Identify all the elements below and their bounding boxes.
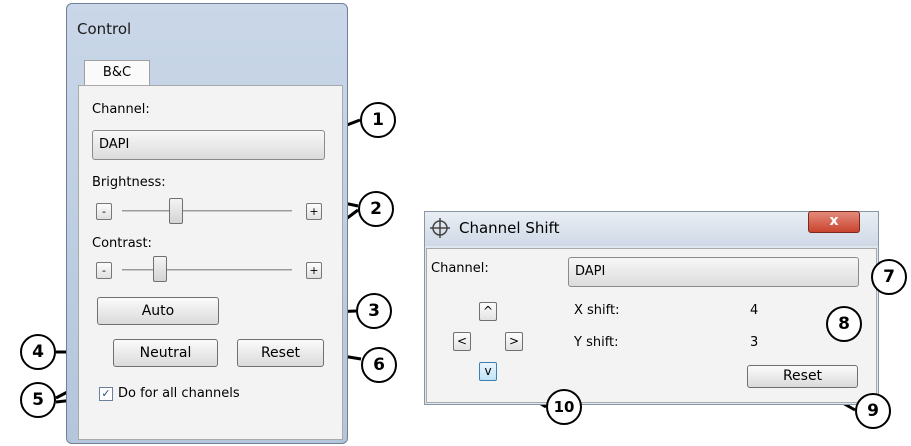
channel-dropdown-value: DAPI (99, 137, 130, 152)
shift-up-button[interactable]: ^ (479, 302, 497, 321)
brightness-slider-thumb[interactable] (168, 198, 183, 224)
x-shift-value: 4 (750, 303, 759, 318)
shift-channel-label: Channel: (431, 261, 489, 276)
do-for-all-channels-label: Do for all channels (118, 386, 240, 401)
shift-channel-dropdown[interactable]: DAPI (568, 257, 859, 287)
auto-button[interactable]: Auto (97, 297, 219, 325)
contrast-plus-button[interactable]: + (306, 262, 322, 279)
tab-bc[interactable]: B&C (84, 60, 150, 86)
reset-button[interactable]: Reset (237, 339, 324, 367)
contrast-track (122, 269, 292, 271)
contrast-slider-thumb[interactable] (153, 256, 168, 282)
brightness-minus-button[interactable]: - (96, 203, 112, 220)
callout-4: 4 (20, 334, 56, 370)
channel-label: Channel: (92, 102, 150, 117)
callout-10: 10 (546, 389, 582, 425)
brightness-label: Brightness: (92, 175, 166, 190)
callout-3: 3 (356, 293, 392, 329)
callout-6: 6 (361, 347, 397, 383)
callout-5: 5 (20, 382, 56, 418)
do-for-all-channels-checkbox[interactable]: ✓ (99, 387, 113, 401)
y-shift-label: Y shift: (574, 335, 619, 350)
shift-channel-dropdown-value: DAPI (575, 264, 606, 279)
callout-2: 2 (358, 191, 394, 227)
contrast-minus-button[interactable]: - (96, 262, 112, 279)
callout-1: 1 (360, 102, 396, 138)
callout-7: 7 (871, 259, 907, 295)
shift-reset-button[interactable]: Reset (747, 365, 858, 388)
crosshair-icon (430, 218, 450, 238)
brightness-plus-button[interactable]: + (306, 203, 322, 220)
callout-9: 9 (855, 393, 891, 429)
shift-right-button[interactable]: > (505, 332, 523, 351)
contrast-label: Contrast: (92, 236, 152, 251)
neutral-button[interactable]: Neutral (113, 339, 218, 367)
control-window-title: Control (77, 20, 132, 38)
close-button[interactable]: x (808, 211, 860, 233)
x-shift-label: X shift: (574, 303, 620, 318)
callout-8: 8 (826, 306, 862, 342)
channel-dropdown[interactable]: DAPI (92, 130, 325, 160)
shift-down-button[interactable]: v (479, 362, 497, 381)
y-shift-value: 3 (750, 335, 759, 350)
shift-left-button[interactable]: < (453, 332, 471, 351)
channel-shift-title: Channel Shift (459, 219, 560, 237)
brightness-track (122, 210, 292, 212)
